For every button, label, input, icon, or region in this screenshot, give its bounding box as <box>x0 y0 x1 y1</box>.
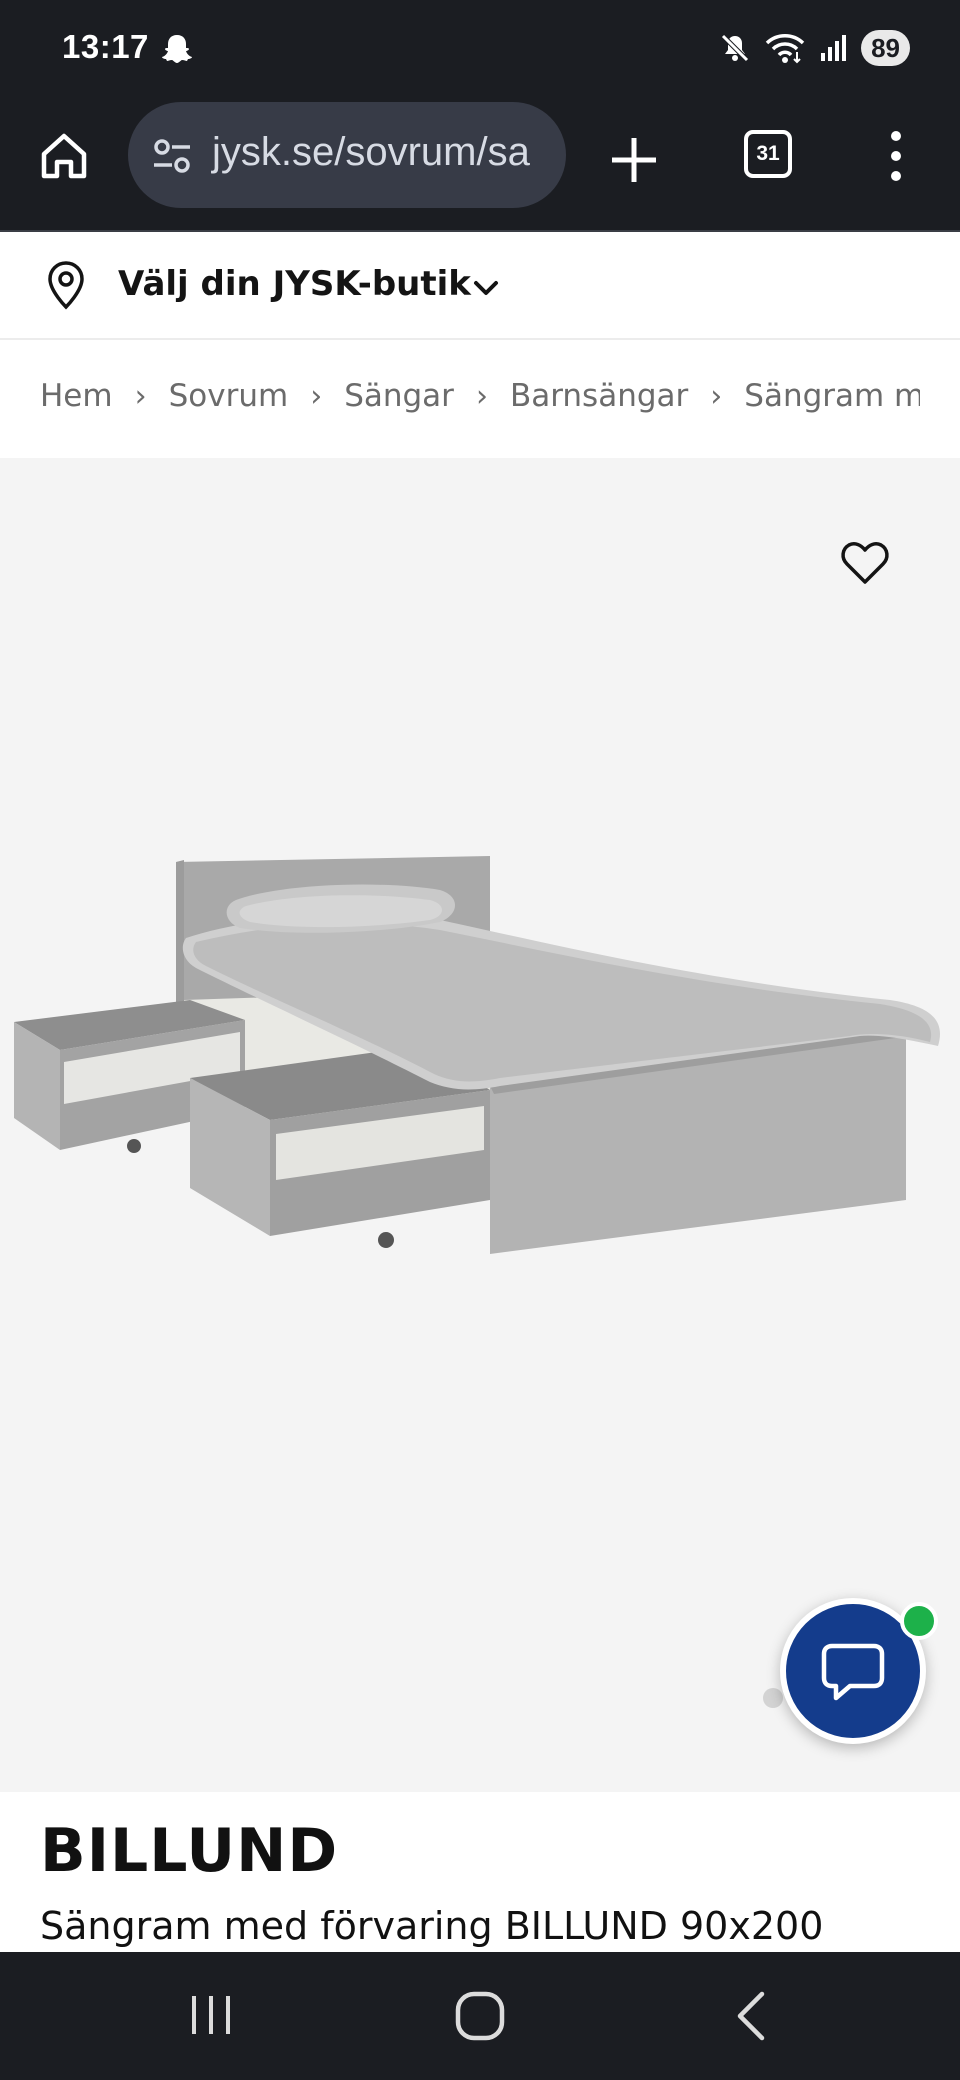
battery-icon: 89 <box>861 30 910 66</box>
url-text: jysk.se/sovrum/sa <box>212 130 530 174</box>
store-selector[interactable]: Välj din JYSK-butik <box>0 232 960 340</box>
status-icons: 89 <box>719 28 910 68</box>
product-info: BILLUND Sängram med förvaring BILLUND 90… <box>0 1792 960 1952</box>
breadcrumb-item-barnsangar[interactable]: Barnsängar <box>510 378 688 414</box>
gallery-pagination-dot[interactable] <box>763 1688 783 1708</box>
signal-icon <box>821 35 847 61</box>
browser-toolbar: jysk.se/sovrum/sa 31 <box>0 98 960 232</box>
online-status-indicator <box>900 1602 938 1640</box>
product-gallery[interactable] <box>0 458 960 1792</box>
breadcrumb-separator: › <box>134 378 147 414</box>
recent-apps-icon[interactable] <box>186 1992 236 2038</box>
breadcrumb-separator: › <box>710 378 723 414</box>
breadcrumb-separator: › <box>310 378 323 414</box>
snapchat-ghost-icon <box>162 35 192 63</box>
breadcrumb-item-sovrum[interactable]: Sovrum <box>169 378 289 414</box>
chevron-down-icon <box>474 281 498 295</box>
home-icon[interactable] <box>38 130 90 182</box>
product-description: Sängram med förvaring BILLUND 90x200 <box>40 1904 824 1948</box>
address-bar[interactable]: jysk.se/sovrum/sa <box>128 102 566 208</box>
back-icon[interactable] <box>730 1988 770 2044</box>
status-bar: 13:17 89 <box>0 0 960 98</box>
heart-icon[interactable] <box>840 540 890 586</box>
tabs-icon[interactable]: 31 <box>744 130 792 178</box>
more-icon[interactable] <box>880 128 912 184</box>
site-settings-icon[interactable] <box>150 136 194 176</box>
store-selector-label: Välj din JYSK-butik <box>118 264 471 304</box>
breadcrumb-item-current[interactable]: Sängram me <box>744 378 920 414</box>
breadcrumb-item-hem[interactable]: Hem <box>40 378 113 414</box>
product-image <box>14 856 940 1254</box>
wifi-icon <box>765 34 805 64</box>
location-pin-icon <box>48 261 84 310</box>
mute-icon <box>721 34 749 62</box>
status-time: 13:17 <box>62 28 149 65</box>
new-tab-icon[interactable] <box>606 132 662 188</box>
system-nav-bar <box>0 1952 960 2080</box>
breadcrumb-separator: › <box>475 378 488 414</box>
chat-icon <box>821 1643 885 1701</box>
breadcrumb: Hem › Sovrum › Sängar › Barnsängar › Sän… <box>0 340 960 458</box>
breadcrumb-item-sangar[interactable]: Sängar <box>344 378 454 414</box>
product-name: BILLUND <box>40 1816 339 1886</box>
chat-button[interactable] <box>780 1598 938 1744</box>
home-button-icon[interactable] <box>452 1988 508 2044</box>
breadcrumb-list: Hem › Sovrum › Sängar › Barnsängar › Sän… <box>40 378 920 414</box>
